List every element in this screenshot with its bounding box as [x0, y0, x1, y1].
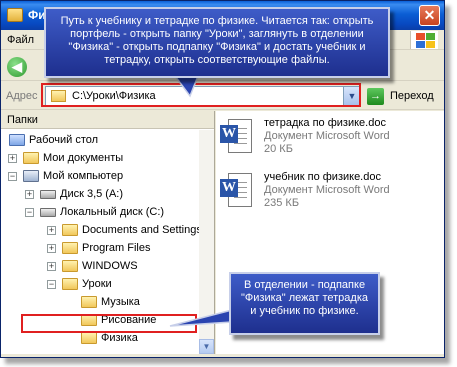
vertical-scrollbar[interactable]: ▼: [199, 130, 214, 354]
go-arrow-icon[interactable]: →: [367, 88, 384, 105]
address-highlight-box: [41, 83, 361, 107]
floppy-icon: [40, 190, 56, 199]
folder-icon: [23, 152, 39, 164]
tree-item-label: Уроки: [82, 278, 112, 290]
expand-icon[interactable]: +: [47, 244, 56, 253]
file-size: 20 КБ: [264, 143, 293, 155]
tree-item-label: WINDOWS: [82, 260, 138, 272]
folder-icon: [81, 296, 97, 308]
disk-icon: [40, 208, 56, 217]
tree-item-label: Documents and Settings: [82, 224, 202, 236]
collapse-icon[interactable]: −: [25, 208, 34, 217]
tree-item-label: Program Files: [82, 242, 151, 254]
word-document-icon: W: [220, 173, 254, 211]
computer-icon: [23, 170, 39, 182]
go-button[interactable]: Переход: [390, 90, 434, 102]
desktop-icon: [9, 134, 25, 146]
physics-folder-highlight-box: [21, 314, 197, 333]
menu-item-file[interactable]: Файл: [7, 34, 34, 46]
file-name: тетрадка по физике.doc: [264, 117, 386, 129]
folder-pane-header: Папки: [1, 111, 214, 129]
expand-icon[interactable]: +: [25, 190, 34, 199]
tree-item-label: Мой компьютер: [43, 170, 124, 182]
folder-icon: [62, 278, 78, 290]
close-button[interactable]: ✕: [419, 5, 440, 26]
file-item-notebook[interactable]: W тетрадка по физике.doc Документ Micros…: [216, 115, 444, 163]
file-size: 235 КБ: [264, 197, 300, 209]
folder-icon: [7, 8, 23, 22]
tree-item-label: Локальный диск (C:): [60, 206, 165, 218]
folder-icon: [62, 260, 78, 272]
collapse-icon[interactable]: −: [47, 280, 56, 289]
folder-icon: [62, 242, 78, 254]
tree-item-label: Музыка: [101, 296, 140, 308]
tree-item-label: Диск 3,5 (A:): [60, 188, 124, 200]
expand-icon[interactable]: +: [47, 226, 56, 235]
tree-item-label: Мои документы: [43, 152, 124, 164]
callout-folder-contents: В отделении - подпапке "Физика" лежат те…: [229, 272, 380, 335]
word-document-icon: W: [220, 119, 254, 157]
file-type: Документ Microsoft Word: [264, 130, 390, 142]
back-button[interactable]: ◀: [7, 57, 27, 77]
callout-path-explanation: Путь к учебнику и тетрадке по физике. Чи…: [44, 7, 390, 78]
scroll-down-button[interactable]: ▼: [199, 339, 214, 354]
windows-logo-icon: [410, 31, 438, 49]
folder-icon: [62, 224, 78, 236]
file-type: Документ Microsoft Word: [264, 184, 390, 196]
collapse-icon[interactable]: −: [8, 172, 17, 181]
window-title: Фи: [28, 8, 46, 22]
file-item-textbook[interactable]: W учебник по физике.doc Документ Microso…: [216, 169, 444, 217]
address-label: Адрес: [6, 90, 38, 102]
expand-icon[interactable]: +: [47, 262, 56, 271]
file-name: учебник по физике.doc: [264, 171, 381, 183]
folder-icon: [81, 332, 97, 344]
expand-icon[interactable]: +: [8, 154, 17, 163]
tree-item-label: Рабочий стол: [29, 134, 99, 146]
folder-pane-title: Папки: [7, 114, 38, 126]
